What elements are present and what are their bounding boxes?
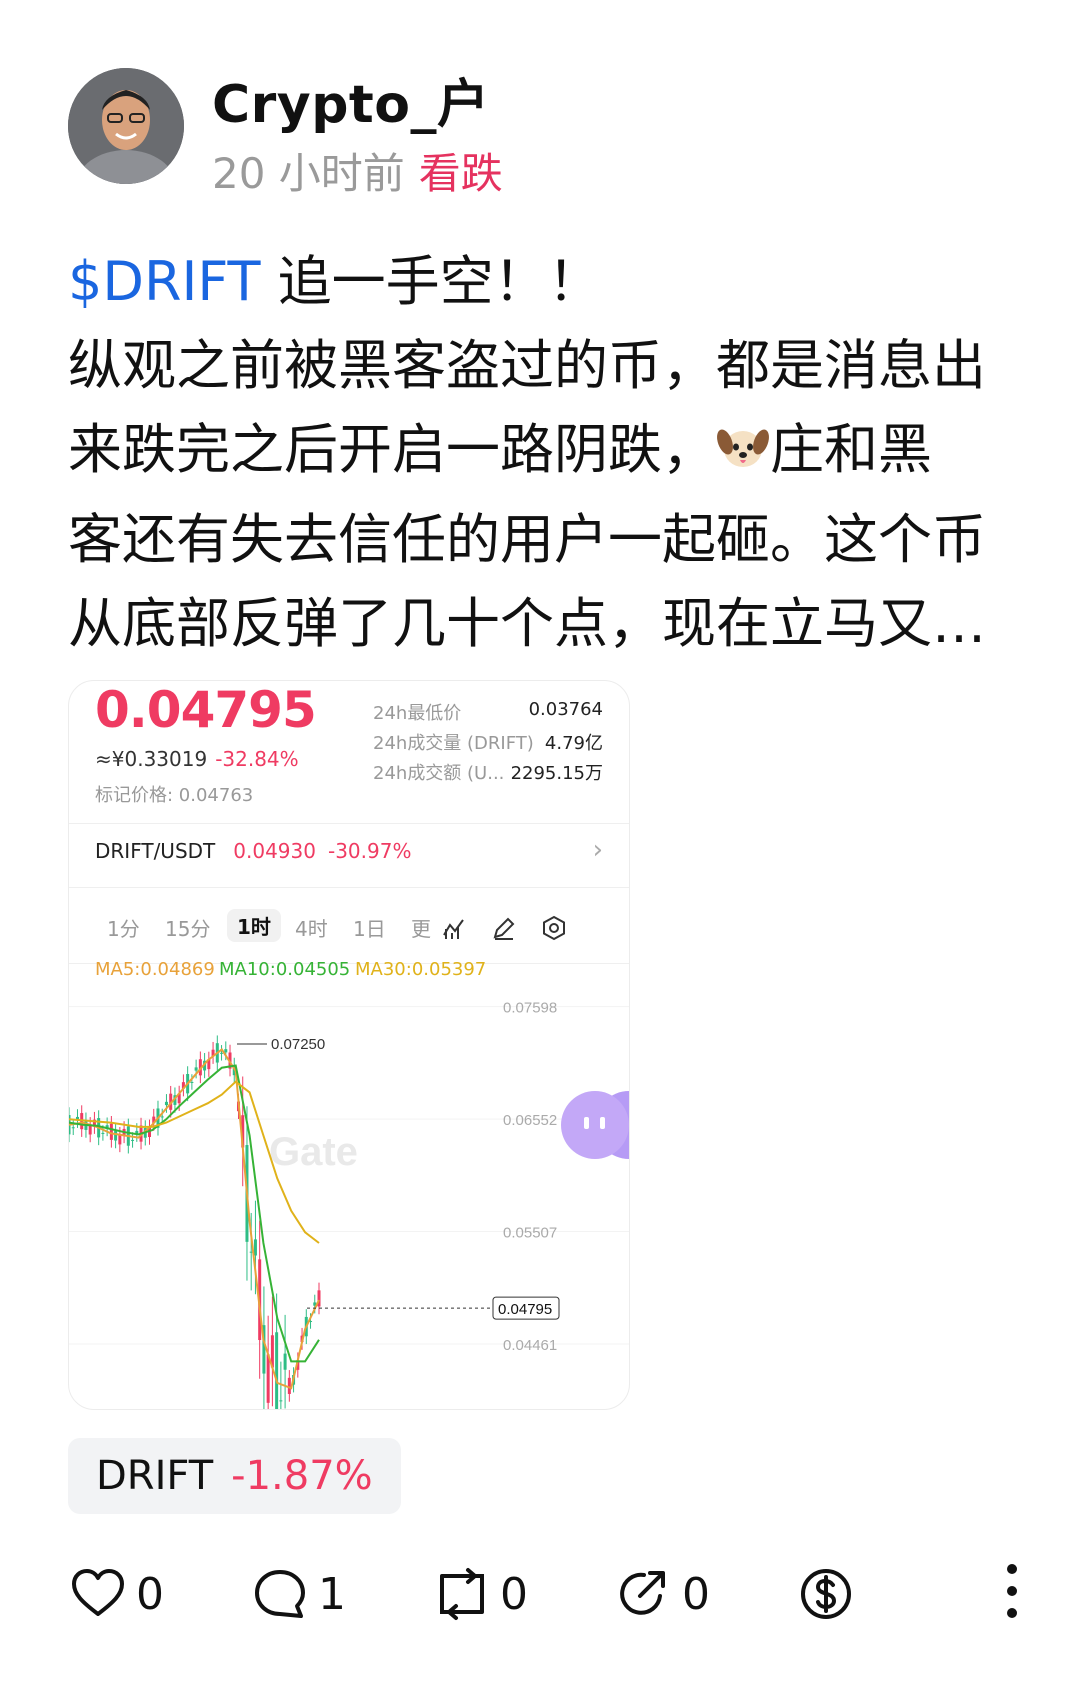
candle-body — [224, 1049, 228, 1053]
y-tick-label: 0.07598 — [503, 1000, 557, 1017]
chevron-right-icon: › — [592, 835, 603, 865]
indicator-icon — [443, 919, 464, 939]
ticker-link[interactable]: $DRIFT — [68, 250, 260, 313]
author-name[interactable]: Crypto_户 — [212, 62, 490, 137]
stat-label: 24h成交额 (U... — [373, 763, 505, 784]
avatar[interactable] — [68, 68, 184, 184]
dollar-coin-icon — [801, 1569, 851, 1619]
cny-change: -32.84% — [215, 747, 299, 771]
high-price-label: 0.07250 — [271, 1036, 325, 1053]
candle-body — [283, 1353, 287, 1370]
post-meta: 20 小时前 看跌 — [212, 140, 503, 201]
dog-face-icon — [716, 414, 770, 498]
candle-body — [190, 1081, 194, 1083]
candle-body — [194, 1067, 198, 1071]
candle-body — [131, 1139, 135, 1141]
divider — [69, 823, 629, 824]
candle-body — [118, 1134, 122, 1145]
candle-body — [287, 1377, 291, 1394]
tab-more: 更 — [411, 917, 431, 941]
market-screenshot-card[interactable]: 0.04795 ≈¥0.33019 -32.84% 标记价格: 0.04763 2… — [68, 680, 630, 1410]
candle-body — [253, 1239, 257, 1256]
comment-icon — [255, 1570, 305, 1618]
post-line-2: 纵观之前被黑客盗过的币，都是消息出 — [68, 334, 986, 397]
tab-1d: 1日 — [353, 917, 386, 941]
candle-body — [220, 1052, 224, 1054]
share-button[interactable]: 0 — [616, 1562, 710, 1626]
more-options-icon[interactable] — [1002, 1558, 1022, 1630]
last-price: 0.04795 — [95, 681, 317, 739]
stat-label: 24h成交量 (DRIFT) — [373, 733, 534, 754]
pair-change: -30.97% — [327, 839, 412, 863]
chip-change: -1.87% — [231, 1453, 373, 1499]
settings-hexagon-icon — [543, 915, 565, 941]
tab-1h: 1时 — [227, 909, 281, 942]
candle-body — [109, 1123, 113, 1140]
candle-body — [164, 1101, 168, 1106]
stat-value: 4.79亿 — [544, 733, 603, 754]
candle-body — [266, 1354, 270, 1403]
candle-body — [101, 1132, 105, 1134]
y-tick-label: 0.04461 — [503, 1337, 557, 1354]
chip-symbol: DRIFT — [96, 1453, 214, 1499]
series-line-ma5 — [69, 1047, 320, 1390]
post-body[interactable]: $DRIFT 追一手空！！ 纵观之前被黑客盗过的币，都是消息出 来跌完之后开启一… — [68, 240, 1028, 666]
sentiment-tag: 看跌 — [418, 149, 503, 198]
timeframe-tabs: 1分 15分 1时 4时 1日 更 — [69, 895, 629, 961]
y-tick-label: 0.05507 — [503, 1225, 557, 1242]
like-button[interactable]: 0 — [70, 1562, 164, 1626]
post-line-4: 客还有失去信任的用户一起砸。这个币 — [68, 508, 986, 571]
pair-price: 0.04930 — [233, 839, 316, 863]
divider — [69, 887, 629, 888]
share-icon — [620, 1571, 665, 1615]
watermark: Gate — [269, 1130, 358, 1174]
mark-price: 标记价格: 0.04763 — [95, 785, 254, 806]
pair-name: DRIFT/USDT — [95, 839, 216, 863]
pair-row: DRIFT/USDT 0.04930 -30.97% — [95, 839, 411, 863]
tab-4h: 4时 — [295, 917, 328, 941]
ticker-chip[interactable]: DRIFT -1.87% — [68, 1438, 401, 1514]
avatar-portrait-icon — [68, 68, 184, 184]
candlestick-chart: Gate 0.07598 0.06552 0.05507 0.04461 0.0725… — [69, 1000, 629, 1409]
candle-body — [114, 1130, 118, 1141]
share-count: 0 — [682, 1568, 710, 1620]
post-line-3a: 来跌完之后开启一路阴跌， — [68, 418, 716, 481]
post-time: 20 小时前 — [212, 149, 405, 198]
heart-icon — [72, 1569, 124, 1616]
tab-1m: 1分 — [107, 917, 140, 941]
comment-count: 1 — [318, 1568, 346, 1620]
ma10-label: MA10:0.04505 — [219, 959, 351, 980]
current-price-label: 0.04795 — [498, 1301, 552, 1318]
candle-body — [279, 1400, 283, 1402]
post-line-1: 追一手空！！ — [260, 250, 602, 313]
cny-price: ≈¥0.33019 -32.84% — [95, 747, 299, 771]
stat-value: 0.03764 — [528, 699, 603, 720]
repost-icon — [440, 1568, 484, 1620]
like-count: 0 — [136, 1568, 164, 1620]
tip-button[interactable] — [798, 1562, 854, 1626]
action-bar: 0 1 0 0 — [0, 1554, 1080, 1634]
post-line-5: 从底部反弹了几十个点，现在立马又… — [68, 592, 986, 655]
stat-label: 24h最低价 — [373, 703, 462, 724]
repost-button[interactable]: 0 — [434, 1562, 528, 1626]
comment-button[interactable]: 1 — [252, 1562, 346, 1626]
repost-count: 0 — [500, 1568, 528, 1620]
candle-body — [71, 1127, 75, 1129]
candle-body — [275, 1332, 279, 1409]
assistant-bubble-icon — [561, 1091, 629, 1159]
stat-value: 2295.15万 — [510, 763, 603, 784]
candle-body — [160, 1116, 164, 1118]
draw-pen-icon — [493, 917, 515, 940]
y-tick-label: 0.06552 — [503, 1112, 557, 1129]
tab-15m: 15分 — [165, 917, 211, 941]
ma5-label: MA5:0.04869 — [95, 959, 215, 980]
post-line-3b: 庄和黑 — [770, 418, 932, 481]
ma30-label: MA30:0.05397 — [355, 959, 487, 980]
